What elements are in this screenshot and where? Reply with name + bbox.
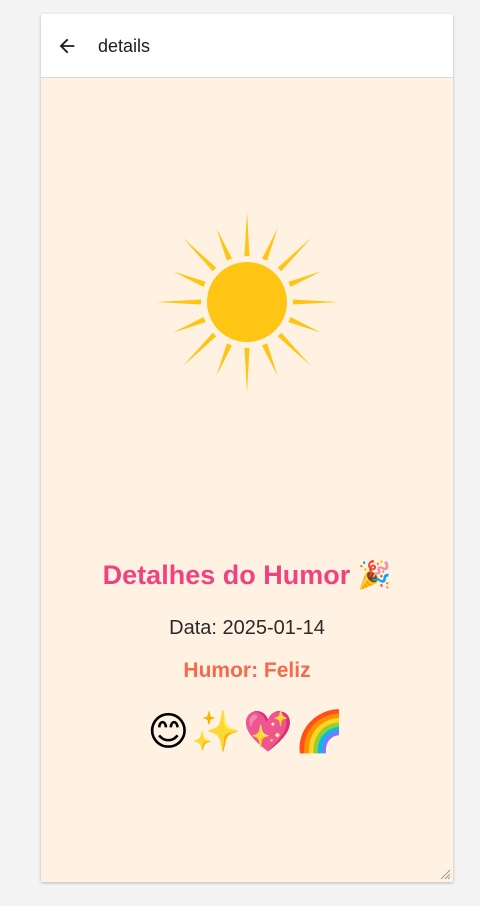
sun-ray [277,332,312,367]
details-content: Detalhes do Humor 🎉 Data: 2025-01-14 Hum… [41,78,453,882]
sun-ray [173,271,206,287]
sun-ray [173,317,206,333]
sun-ray [288,317,321,333]
sun-ray [288,271,321,287]
sun-ray [262,228,278,261]
page-title: details [98,36,151,56]
sun-ray [244,347,250,393]
sun-ray [156,299,202,305]
details-heading: Detalhes do Humor 🎉 [102,560,392,590]
sun-ray [216,228,232,261]
app-bar: details [41,14,453,78]
sun-icon [156,211,338,393]
sun-ray [277,237,312,272]
app-window: details Detalhes do Humor 🎉 Data: 2025-0… [41,14,453,882]
date-text: Data: 2025-01-14 [169,617,325,639]
sun-core [207,262,287,342]
arrow-back-icon [59,38,75,54]
back-button[interactable] [51,30,83,62]
resize-handle-icon[interactable] [439,868,451,880]
sun-ray [292,299,338,305]
emoji-row: 😊✨💖🌈 [147,710,347,754]
sun-ray [262,343,278,376]
sun-ray [216,343,232,376]
sun-ray [182,332,217,367]
sun-ray [182,237,217,272]
sun-ray [244,211,250,257]
mood-text: Humor: Feliz [183,659,311,682]
